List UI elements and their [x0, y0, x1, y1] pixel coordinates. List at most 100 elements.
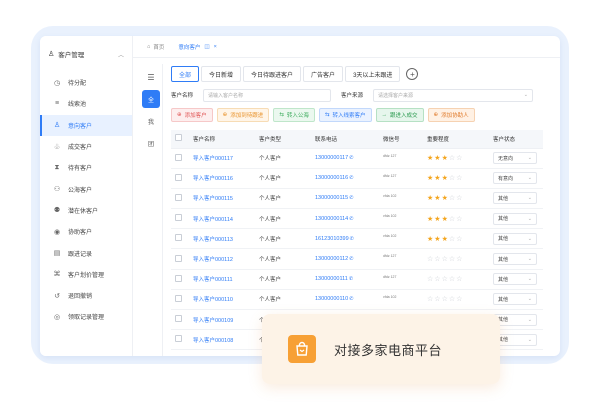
row-checkbox[interactable]	[175, 254, 182, 262]
select-all-checkbox[interactable]	[175, 134, 182, 142]
phone-icon[interactable]: ✆	[349, 296, 353, 302]
customer-name-link[interactable]: 导入客户000111	[189, 269, 255, 290]
star-icon[interactable]: ☆	[442, 256, 449, 263]
star-icon[interactable]: ★	[434, 175, 441, 182]
sidebar-item[interactable]: ≡ 线索池	[40, 93, 132, 114]
phone-cell[interactable]: 13000000112✆	[311, 248, 379, 270]
customer-name-link[interactable]: 导入客户000110	[189, 289, 255, 311]
table-row[interactable]: 导入客户000112 个人客户 13000000112✆ dfdz 127 ☆☆…	[171, 248, 543, 270]
sidebar-item[interactable]: ◷ 待分配	[40, 72, 132, 93]
sidebar-item[interactable]: ▤ 跟进记录	[40, 242, 132, 263]
tab-today-followup[interactable]: 今日待跟进客户	[243, 66, 302, 82]
status-select[interactable]: 其他 ⌄	[493, 273, 537, 286]
row-select-cell[interactable]	[171, 208, 189, 230]
phone-cell[interactable]: 13000000110✆	[311, 289, 379, 311]
star-icon[interactable]: ☆	[434, 256, 441, 263]
customer-name-link[interactable]: 导入客户000112	[189, 248, 255, 270]
star-icon[interactable]: ★	[442, 155, 449, 162]
star-icon[interactable]: ★	[434, 236, 441, 243]
menu-toggle-icon[interactable]: ☰	[142, 68, 160, 86]
row-checkbox[interactable]	[175, 294, 182, 302]
star-icon[interactable]: ☆	[456, 216, 463, 223]
star-icon[interactable]: ☆	[434, 276, 441, 283]
customer-name-input[interactable]: 请输入客户名称	[203, 88, 331, 102]
star-icon[interactable]: ☆	[456, 155, 463, 162]
status-select[interactable]: 其他 ⌄	[493, 253, 537, 266]
phone-cell[interactable]: 13000000115✆	[311, 188, 379, 210]
status-select[interactable]: 其他 ⌄	[493, 232, 537, 245]
breadcrumb-current-tab[interactable]: 意向客户 ◫ ×	[178, 43, 216, 51]
action-button[interactable]: ⊕ 添加协助人	[427, 108, 475, 122]
star-icon[interactable]: ★	[434, 216, 441, 223]
star-icon[interactable]: ☆	[456, 256, 463, 263]
phone-cell[interactable]: 13000000114✆	[311, 208, 379, 230]
customer-source-select[interactable]: 请选择客户来源 ⌄	[373, 88, 533, 102]
tab-today-new[interactable]: 今日新增	[201, 66, 242, 82]
row-checkbox[interactable]	[175, 274, 182, 282]
star-icon[interactable]: ★	[442, 216, 449, 223]
phone-icon[interactable]: ✆	[349, 195, 353, 201]
tab-all[interactable]: 全部	[171, 66, 200, 82]
tab-ad-customers[interactable]: 广告客户	[303, 66, 344, 82]
star-icon[interactable]: ☆	[456, 175, 463, 182]
sidebar-item[interactable]: ↺ 退回撤销	[40, 285, 132, 306]
row-select-cell[interactable]	[171, 188, 189, 210]
close-icon[interactable]: ×	[214, 44, 217, 50]
row-checkbox[interactable]	[175, 234, 182, 242]
star-icon[interactable]: ☆	[456, 296, 463, 303]
row-select-cell[interactable]	[171, 269, 189, 290]
action-button[interactable]: ⇆ 转入线索客户	[318, 108, 372, 122]
phone-icon[interactable]: ✆	[349, 276, 353, 282]
table-row[interactable]: 导入客户000111 个人客户 13000000111✆ dfdz 127 ☆☆…	[171, 269, 543, 290]
star-icon[interactable]: ★	[442, 195, 449, 202]
customer-name-link[interactable]: 导入客户000115	[189, 188, 255, 210]
row-select-cell[interactable]	[171, 148, 189, 169]
sidebar-item[interactable]: ◉ 协助客户	[40, 221, 132, 242]
vtab-team[interactable]: 团	[142, 134, 160, 152]
star-icon[interactable]: ☆	[456, 195, 463, 202]
action-button[interactable]: ⇆ 转入公海	[273, 108, 315, 122]
phone-icon[interactable]: ✆	[349, 155, 353, 161]
select-all-cell[interactable]	[171, 130, 189, 149]
star-icon[interactable]: ★	[434, 155, 441, 162]
status-select[interactable]: 其他 ⌄	[493, 192, 537, 205]
refresh-icon[interactable]: ◫	[204, 44, 209, 50]
breadcrumb-home[interactable]: ⌂ 首页	[147, 43, 164, 51]
table-row[interactable]: 导入客户000114 个人客户 13000000114✆ vfda 102 ★★…	[171, 208, 543, 230]
row-select-cell[interactable]	[171, 168, 189, 189]
vtab-all[interactable]: 全	[142, 90, 160, 108]
star-icon[interactable]: ★	[442, 175, 449, 182]
row-checkbox[interactable]	[175, 214, 182, 222]
importance-rating[interactable]: ★★★☆☆	[427, 155, 463, 162]
importance-rating[interactable]: ☆☆☆☆☆	[427, 256, 463, 263]
sidebar-header[interactable]: ♙ 客户管理 ︿	[40, 36, 132, 72]
row-checkbox[interactable]	[175, 173, 182, 181]
table-row[interactable]: 导入客户000113 个人客户 16123010399✆ vfda 102 ★★…	[171, 228, 543, 250]
importance-rating[interactable]: ★★★☆☆	[427, 236, 463, 243]
action-button[interactable]: → 跟进入成交	[375, 108, 424, 122]
phone-cell[interactable]: 13000000111✆	[311, 269, 379, 290]
phone-cell[interactable]: 13000000117✆	[311, 148, 379, 169]
star-icon[interactable]: ☆	[456, 276, 463, 283]
star-icon[interactable]: ☆	[456, 236, 463, 243]
star-icon[interactable]: ☆	[442, 296, 449, 303]
customer-name-link[interactable]: 导入客户000108	[189, 329, 255, 351]
table-row[interactable]: 导入客户000115 个人客户 13000000115✆ vfda 102 ★★…	[171, 188, 543, 210]
row-checkbox[interactable]	[175, 315, 182, 323]
action-button[interactable]: ⊕ 添加客户	[171, 108, 213, 122]
phone-cell[interactable]: 16123010399✆	[311, 228, 379, 250]
phone-icon[interactable]: ✆	[349, 256, 353, 262]
row-select-cell[interactable]	[171, 289, 189, 311]
status-select[interactable]: 其他 ⌄	[493, 293, 537, 306]
importance-rating[interactable]: ★★★☆☆	[427, 216, 463, 223]
phone-cell[interactable]: 13000000116✆	[311, 168, 379, 189]
phone-icon[interactable]: ✆	[349, 216, 353, 222]
row-select-cell[interactable]	[171, 329, 189, 351]
customer-name-link[interactable]: 导入客户000109	[189, 309, 255, 331]
customer-name-link[interactable]: 导入客户000113	[189, 228, 255, 250]
sidebar-item[interactable]: ⚉ 潜在休客户	[40, 200, 132, 221]
sidebar-item[interactable]: ♙ 意向客户	[40, 114, 132, 137]
row-checkbox[interactable]	[175, 335, 182, 343]
phone-icon[interactable]: ✆	[350, 236, 354, 242]
row-checkbox[interactable]	[175, 193, 182, 201]
